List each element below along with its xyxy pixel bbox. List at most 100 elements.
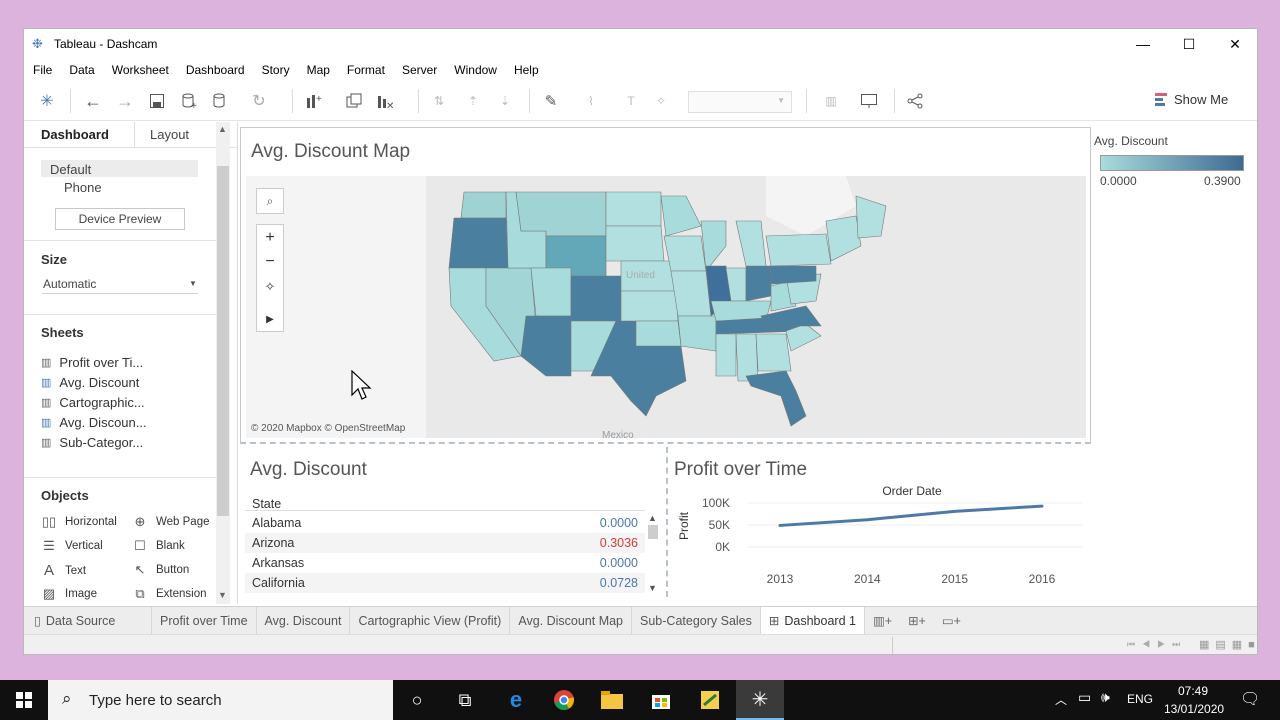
- menu-format[interactable]: Format: [338, 59, 393, 81]
- avg-discount-table-view[interactable]: Avg. Discount State Alabama 0.0000 Arizo…: [240, 447, 665, 604]
- device-default[interactable]: Default: [50, 162, 91, 177]
- sheet-item[interactable]: ▥ Avg. Discount: [41, 375, 139, 390]
- presentation-mode-icon[interactable]: [858, 91, 880, 111]
- close-button[interactable]: ✕: [1212, 29, 1257, 59]
- tab-avg-discount-map[interactable]: Avg. Discount Map: [510, 606, 633, 635]
- object-blank[interactable]: ☐ Blank: [132, 538, 185, 554]
- labels-icon[interactable]: T: [620, 91, 642, 111]
- maximize-button[interactable]: ☐: [1166, 29, 1212, 59]
- size-dropdown[interactable]: Automatic: [43, 277, 96, 291]
- view-mode-buttons[interactable]: ▦▤▦■: [1199, 638, 1257, 651]
- tab-avg-discount[interactable]: Avg. Discount: [257, 606, 351, 635]
- taskbar-search-box[interactable]: ⌕ Type here to search: [48, 680, 393, 720]
- volume-icon[interactable]: 🕪: [1101, 689, 1110, 706]
- duplicate-sheet-icon[interactable]: [343, 91, 365, 111]
- scrollbar-thumb[interactable]: [648, 525, 658, 539]
- object-vertical[interactable]: ☰ Vertical: [41, 538, 103, 554]
- new-worksheet-tab-button[interactable]: ▥+: [865, 607, 900, 635]
- file-explorer-icon[interactable]: [588, 680, 636, 720]
- sort-ascending-icon[interactable]: ⇡: [462, 91, 484, 111]
- object-button[interactable]: ↖ Button: [132, 562, 190, 578]
- menu-file[interactable]: File: [24, 59, 60, 81]
- menu-server[interactable]: Server: [393, 59, 445, 81]
- zoom-out-button[interactable]: −: [257, 251, 283, 273]
- undo-icon[interactable]: ←: [82, 91, 104, 111]
- clear-sheet-icon[interactable]: ✕: [374, 91, 396, 111]
- tab-data-source[interactable]: ▯ Data Source: [24, 606, 152, 635]
- side-pane-scrollbar[interactable]: ▲ ▼: [216, 122, 230, 604]
- new-story-tab-button[interactable]: ▭+: [934, 607, 969, 635]
- sort-descending-icon[interactable]: ⇣: [494, 91, 516, 111]
- zoom-in-button[interactable]: +: [257, 227, 283, 249]
- menu-data[interactable]: Data: [60, 59, 102, 81]
- clock-time[interactable]: 07:49: [1178, 684, 1208, 698]
- object-extension[interactable]: ⧉ Extension: [132, 586, 206, 602]
- new-worksheet-icon[interactable]: +: [303, 91, 325, 111]
- save-icon[interactable]: [146, 91, 168, 111]
- task-view-icon[interactable]: ⧉: [441, 680, 489, 720]
- fit-dropdown[interactable]: ▼: [688, 91, 792, 113]
- tableau-taskbar-icon[interactable]: ✳: [736, 680, 784, 720]
- tableau-home-icon[interactable]: ✳: [36, 91, 58, 111]
- object-web-page[interactable]: ⊕ Web Page: [132, 514, 210, 530]
- new-data-source-icon[interactable]: +: [178, 91, 200, 111]
- scrollbar-thumb[interactable]: [217, 166, 229, 516]
- edge-icon[interactable]: e: [492, 680, 540, 720]
- clock-date[interactable]: 13/01/2020: [1164, 702, 1224, 716]
- group-icon[interactable]: ⌇: [580, 91, 602, 111]
- tab-dashboard[interactable]: Dashboard: [41, 127, 109, 142]
- share-icon[interactable]: [904, 91, 926, 111]
- table-row[interactable]: Alabama 0.0000: [245, 513, 645, 533]
- object-text[interactable]: A Text: [41, 562, 86, 579]
- device-phone[interactable]: Phone: [64, 180, 102, 195]
- menu-help[interactable]: Help: [505, 59, 547, 81]
- store-icon[interactable]: [637, 680, 685, 720]
- table-row[interactable]: California 0.0728: [245, 573, 645, 593]
- minimize-button[interactable]: —: [1120, 29, 1166, 59]
- profit-over-time-view[interactable]: Profit over Time Order Date Profit 100K 50K…: [668, 447, 1092, 604]
- highlight-icon[interactable]: ✎: [540, 91, 562, 111]
- cortana-icon[interactable]: ○: [393, 680, 441, 720]
- menu-window[interactable]: Window: [445, 59, 505, 81]
- object-image[interactable]: ▨ Image: [41, 586, 97, 602]
- expand-toolbar-button[interactable]: ▶: [257, 308, 283, 330]
- sheet-item[interactable]: ▥ Avg. Discoun...: [41, 415, 147, 430]
- table-row[interactable]: Arkansas 0.0000: [245, 553, 645, 573]
- refresh-icon[interactable]: ↻: [248, 91, 270, 111]
- menu-story[interactable]: Story: [253, 59, 298, 81]
- sheet-item[interactable]: ▥ Sub-Categor...: [41, 435, 143, 450]
- sheet-navigation-buttons[interactable]: ⏮◀▶⏭: [1127, 639, 1187, 650]
- pin-icon[interactable]: ✧: [650, 91, 672, 111]
- new-dashboard-tab-button[interactable]: ⊞+: [900, 607, 934, 635]
- show-me-button[interactable]: Show Me: [1154, 91, 1228, 107]
- table-row[interactable]: Arizona 0.3036: [245, 533, 645, 553]
- pin-map-button[interactable]: ✧: [257, 276, 283, 298]
- language-indicator[interactable]: ENG: [1127, 692, 1153, 706]
- redo-icon[interactable]: →: [114, 91, 136, 111]
- tab-dashboard-1[interactable]: ⊞ Dashboard 1: [760, 606, 865, 635]
- sheet-item[interactable]: ▥ Profit over Ti...: [41, 355, 143, 370]
- sheet-item[interactable]: ▥ Cartographic...: [41, 395, 145, 410]
- table-scrollbar[interactable]: ▲ ▼: [646, 513, 660, 595]
- start-button[interactable]: [0, 680, 48, 720]
- map-search-button[interactable]: ⌕: [256, 188, 284, 214]
- network-icon[interactable]: ▭: [1078, 689, 1091, 706]
- map-view[interactable]: Avg. Discount Map United Mexico © 2020 M…: [240, 127, 1091, 444]
- device-preview-button[interactable]: Device Preview: [55, 208, 185, 230]
- object-horizontal[interactable]: ▯▯ Horizontal: [41, 514, 117, 530]
- color-legend[interactable]: Avg. Discount 0.0000 0.3900: [1092, 127, 1252, 197]
- menu-worksheet[interactable]: Worksheet: [103, 59, 177, 81]
- swap-icon[interactable]: ⇅: [428, 91, 450, 111]
- tab-profit-over-time[interactable]: Profit over Time: [152, 606, 257, 635]
- tab-cartographic-view[interactable]: Cartographic View (Profit): [350, 606, 511, 635]
- menu-dashboard[interactable]: Dashboard: [177, 59, 253, 81]
- notifications-icon[interactable]: 🗨: [1240, 689, 1260, 709]
- pause-data-icon[interactable]: [209, 91, 231, 111]
- tab-layout[interactable]: Layout: [150, 127, 189, 142]
- chrome-icon[interactable]: [540, 680, 588, 720]
- tab-sub-category-sales[interactable]: Sub-Category Sales: [632, 606, 761, 635]
- show-cards-icon[interactable]: ▥: [820, 91, 842, 111]
- menu-map[interactable]: Map: [298, 59, 338, 81]
- chevron-up-icon[interactable]: ︿: [1055, 691, 1067, 708]
- sticky-app-icon[interactable]: [686, 680, 734, 720]
